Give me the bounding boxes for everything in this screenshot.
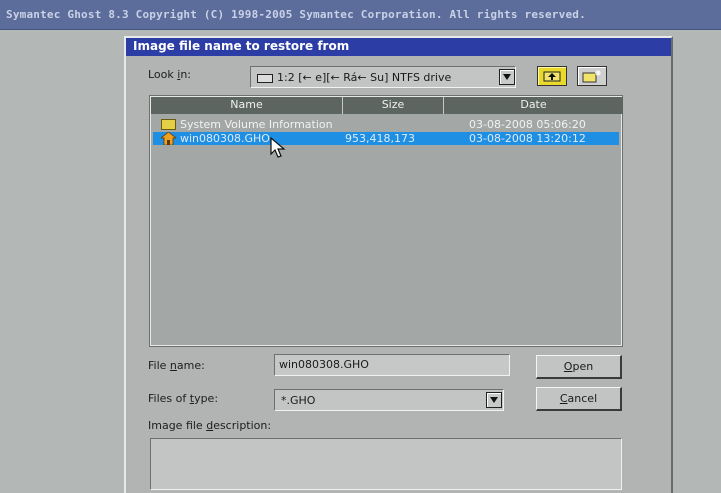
column-header-name[interactable]: Name (151, 97, 343, 114)
file-type-combo[interactable]: *.GHO (274, 389, 504, 411)
chevron-down-icon (490, 397, 498, 403)
file-row-name: win080308.GHO (180, 132, 270, 145)
app-title-bar: Symantec Ghost 8.3 Copyright (C) 1998-20… (0, 0, 721, 30)
cancel-button-rest: ancel (567, 392, 598, 405)
up-folder-button[interactable] (537, 66, 567, 86)
file-type-label-prefix: Files of (148, 392, 190, 405)
app-copyright-text: Symantec Ghost 8.3 Copyright (C) 1998-20… (6, 8, 586, 21)
up-folder-icon (543, 71, 561, 82)
file-row-size: 953,418,173 (345, 132, 415, 145)
image-description-label: Image file description: (148, 419, 271, 432)
file-row-name: System Volume Information (180, 118, 333, 131)
restore-image-dialog: Image file name to restore from Look in:… (124, 36, 673, 493)
file-name-label-key: n (169, 359, 177, 372)
dialog-title: Image file name to restore from (126, 38, 671, 56)
description-label-prefix: Image file (148, 419, 207, 432)
file-type-dropdown-button[interactable] (486, 392, 502, 408)
file-row-win080308-gho[interactable]: win080308.GHO 953,418,173 03-08-2008 13:… (153, 132, 619, 145)
look-in-dropdown-button[interactable] (499, 69, 515, 85)
open-button[interactable]: Open (536, 355, 622, 379)
file-name-label-prefix: File (148, 359, 170, 372)
mouse-pointer-icon (270, 137, 286, 158)
ghost-image-icon (161, 132, 176, 145)
file-row-date: 03-08-2008 13:20:12 (469, 132, 586, 145)
cancel-button-key: C (559, 392, 568, 405)
file-type-label-suffix: ype: (194, 392, 219, 405)
open-button-rest: pen (572, 360, 594, 373)
drive-icon (257, 73, 273, 83)
file-row-system-volume-information[interactable]: System Volume Information 03-08-2008 05:… (153, 118, 619, 131)
file-row-date: 03-08-2008 05:06:20 (469, 118, 586, 131)
new-folder-icon (582, 70, 601, 83)
look-in-label-suffix: n: (180, 68, 192, 81)
column-header-size[interactable]: Size (343, 97, 444, 114)
look-in-combo[interactable]: 1:2 [← e][← Rá← Su] NTFS drive (250, 66, 516, 88)
chevron-down-icon (503, 74, 511, 80)
cancel-button[interactable]: Cancel (536, 387, 622, 411)
look-in-value-wrap: 1:2 [← e][← Rá← Su] NTFS drive (257, 71, 451, 84)
description-label-suffix: escription: (213, 419, 272, 432)
look-in-value: 1:2 [← e][← Rá← Su] NTFS drive (277, 71, 452, 84)
file-type-label: Files of type: (148, 392, 218, 405)
file-name-label-suffix: ame: (176, 359, 205, 372)
look-in-label-prefix: Look (148, 68, 178, 81)
column-header-date[interactable]: Date (444, 97, 623, 114)
file-type-value: *.GHO (281, 394, 316, 407)
file-name-input[interactable]: win080308.GHO (274, 354, 510, 376)
folder-icon (161, 119, 176, 130)
file-list[interactable]: Name Size Date System Volume Information… (149, 95, 623, 347)
file-name-label: File name: (148, 359, 205, 372)
look-in-label: Look in: (148, 68, 191, 81)
image-description-field[interactable] (150, 438, 622, 490)
new-folder-button[interactable] (577, 66, 607, 86)
